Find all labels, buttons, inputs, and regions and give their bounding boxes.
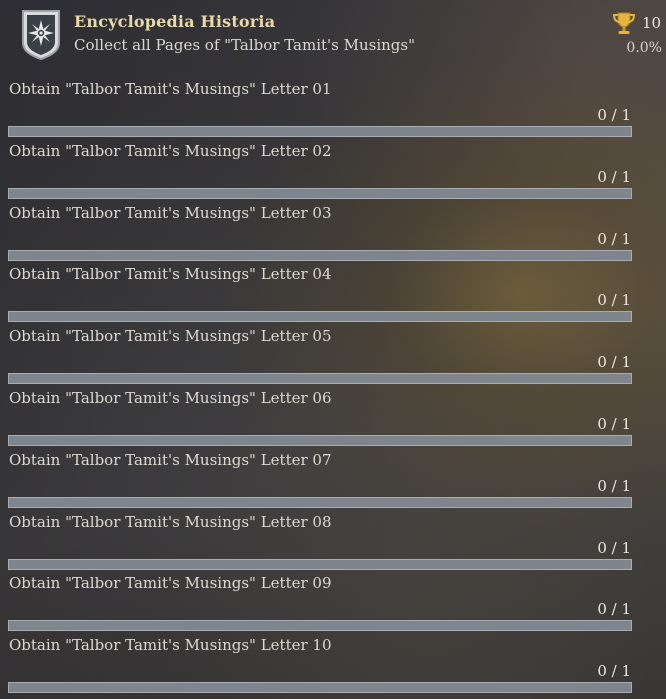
task-progress-bar: [8, 434, 632, 446]
completion-percent: 0.0%: [626, 40, 662, 56]
task-progress-bar: [8, 558, 632, 570]
task-count: 0 / 1: [597, 353, 631, 372]
achievement-header: Encyclopedia Historia Collect all Pages …: [0, 0, 666, 76]
trophy-icon: [612, 12, 636, 34]
task-count: 0 / 1: [597, 476, 631, 495]
task-label: Obtain "Talbor Tamit's Musings" Letter 0…: [9, 203, 332, 222]
task-item: Obtain "Talbor Tamit's Musings" Letter 0…: [0, 572, 666, 634]
task-progress-bar: [8, 126, 632, 137]
task-count: 0 / 1: [597, 538, 631, 557]
task-label: Obtain "Talbor Tamit's Musings" Letter 0…: [9, 80, 332, 98]
task-count: 0 / 1: [597, 106, 631, 124]
task-item: Obtain "Talbor Tamit's Musings" Letter 0…: [0, 202, 666, 264]
task-label: Obtain "Talbor Tamit's Musings" Letter 0…: [9, 512, 332, 531]
task-count: 0 / 1: [597, 229, 631, 248]
achievement-description: Collect all Pages of "Talbor Tamit's Mus…: [74, 36, 415, 54]
task-item: Obtain "Talbor Tamit's Musings" Letter 0…: [0, 263, 666, 325]
task-progress-bar: [8, 682, 632, 694]
task-progress-bar: [8, 620, 632, 632]
task-progress-bar: [8, 311, 632, 323]
achievement-points: 10: [642, 14, 662, 32]
task-label: Obtain "Talbor Tamit's Musings" Letter 0…: [9, 265, 332, 284]
task-label: Obtain "Talbor Tamit's Musings" Letter 0…: [9, 388, 332, 407]
task-progress-bar: [8, 249, 632, 261]
task-item: Obtain "Talbor Tamit's Musings" Letter 0…: [0, 140, 666, 202]
task-count: 0 / 1: [597, 291, 631, 310]
task-list: Obtain "Talbor Tamit's Musings" Letter 0…: [0, 78, 666, 696]
task-count: 0 / 1: [597, 167, 631, 186]
task-count: 0 / 1: [597, 414, 631, 433]
task-label: Obtain "Talbor Tamit's Musings" Letter 0…: [9, 327, 332, 346]
task-item: Obtain "Talbor Tamit's Musings" Letter 0…: [0, 511, 666, 573]
task-label: Obtain "Talbor Tamit's Musings" Letter 0…: [9, 141, 332, 160]
task-item: Obtain "Talbor Tamit's Musings" Letter 0…: [0, 387, 666, 449]
achievement-title: Encyclopedia Historia: [74, 12, 276, 31]
task-item: Obtain "Talbor Tamit's Musings" Letter 1…: [0, 634, 666, 696]
task-count: 0 / 1: [597, 662, 631, 681]
task-progress-bar: [8, 187, 632, 199]
task-item: Obtain "Talbor Tamit's Musings" Letter 0…: [0, 449, 666, 511]
shield-compass-icon: [22, 10, 60, 61]
task-item: Obtain "Talbor Tamit's Musings" Letter 0…: [0, 78, 666, 140]
task-progress-bar: [8, 496, 632, 508]
task-count: 0 / 1: [597, 600, 631, 619]
task-label: Obtain "Talbor Tamit's Musings" Letter 0…: [9, 450, 332, 469]
task-item: Obtain "Talbor Tamit's Musings" Letter 0…: [0, 325, 666, 387]
task-progress-bar: [8, 373, 632, 385]
task-label: Obtain "Talbor Tamit's Musings" Letter 1…: [9, 636, 332, 655]
task-label: Obtain "Talbor Tamit's Musings" Letter 0…: [9, 574, 332, 593]
